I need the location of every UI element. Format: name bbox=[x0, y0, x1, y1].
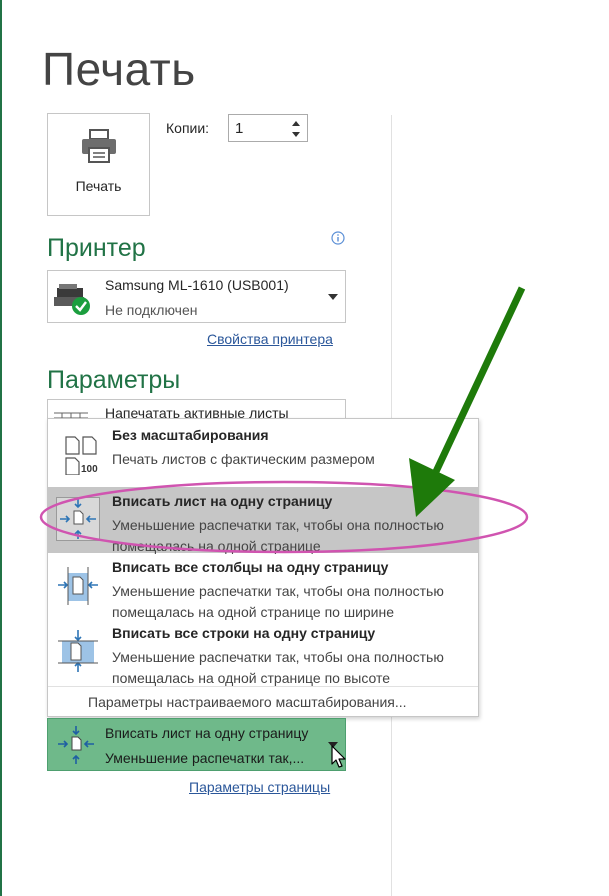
menu-divider bbox=[48, 686, 478, 687]
printer-status: Не подключен bbox=[105, 302, 198, 318]
scaling-select-desc: Уменьшение распечатки так,... bbox=[105, 750, 305, 766]
menu-item-desc: Печать листов с фактическим размером bbox=[112, 451, 375, 467]
fit-rows-icon bbox=[58, 630, 98, 672]
print-button[interactable]: Печать bbox=[47, 113, 150, 216]
fit-columns-icon bbox=[58, 567, 98, 605]
menu-item-no-scaling[interactable]: 100 Без масштабирования Печать листов с … bbox=[48, 421, 478, 487]
scaling-dropdown-menu: 100 Без масштабирования Печать листов с … bbox=[47, 418, 479, 717]
menu-item-title: Вписать все столбцы на одну страницу bbox=[112, 559, 389, 575]
fit-sheet-icon bbox=[56, 497, 100, 541]
menu-item-title: Без масштабирования bbox=[112, 427, 269, 443]
menu-item-fit-rows[interactable]: Вписать все строки на одну страницу Умен… bbox=[48, 619, 478, 686]
no-scaling-icon: 100 bbox=[65, 436, 98, 475]
window-left-border bbox=[0, 0, 2, 896]
printer-ready-icon bbox=[54, 284, 90, 315]
print-button-label: Печать bbox=[75, 178, 122, 194]
copies-value[interactable]: 1 bbox=[235, 120, 243, 137]
page-setup-link[interactable]: Параметры страницы bbox=[189, 779, 330, 795]
menu-item-fit-columns[interactable]: Вписать все столбцы на одну страницу Уме… bbox=[48, 553, 478, 620]
printer-properties-link[interactable]: Свойства принтера bbox=[207, 331, 333, 347]
printer-name: Samsung ML-1610 (USB001) bbox=[105, 277, 289, 293]
scaling-select-title: Вписать лист на одну страницу bbox=[105, 725, 309, 741]
menu-item-desc: Уменьшение распечатки так, чтобы она пол… bbox=[112, 517, 444, 554]
printer-section-title: Принтер bbox=[47, 234, 146, 262]
no-scaling-icon-label: 100 bbox=[81, 464, 98, 475]
chevron-down-icon[interactable] bbox=[328, 294, 338, 300]
settings-section-title: Параметры bbox=[47, 366, 181, 394]
copies-stepper[interactable]: 1 bbox=[228, 114, 308, 142]
menu-item-desc: Уменьшение распечатки так, чтобы она пол… bbox=[112, 583, 444, 620]
copies-label: Копии: bbox=[166, 120, 210, 136]
scaling-select[interactable]: Вписать лист на одну страницу Уменьшение… bbox=[47, 718, 346, 771]
fit-sheet-icon bbox=[58, 726, 94, 764]
decrement-arrow-icon[interactable] bbox=[289, 129, 303, 141]
printer-icon bbox=[82, 129, 116, 163]
page-title: Печать bbox=[42, 43, 196, 95]
menu-item-desc: Уменьшение распечатки так, чтобы она пол… bbox=[112, 649, 444, 686]
printer-select[interactable]: Samsung ML-1610 (USB001) Не подключен bbox=[47, 270, 346, 323]
menu-item-title: Вписать лист на одну страницу bbox=[112, 493, 333, 509]
mouse-cursor-icon bbox=[331, 745, 346, 768]
menu-item-title: Вписать все строки на одну страницу bbox=[112, 625, 376, 641]
increment-arrow-icon[interactable] bbox=[289, 117, 303, 129]
info-icon[interactable] bbox=[331, 231, 345, 245]
menu-item-fit-sheet[interactable]: Вписать лист на одну страницу Уменьшение… bbox=[48, 487, 478, 554]
custom-scaling-options[interactable]: Параметры настраиваемого масштабирования… bbox=[88, 694, 407, 710]
